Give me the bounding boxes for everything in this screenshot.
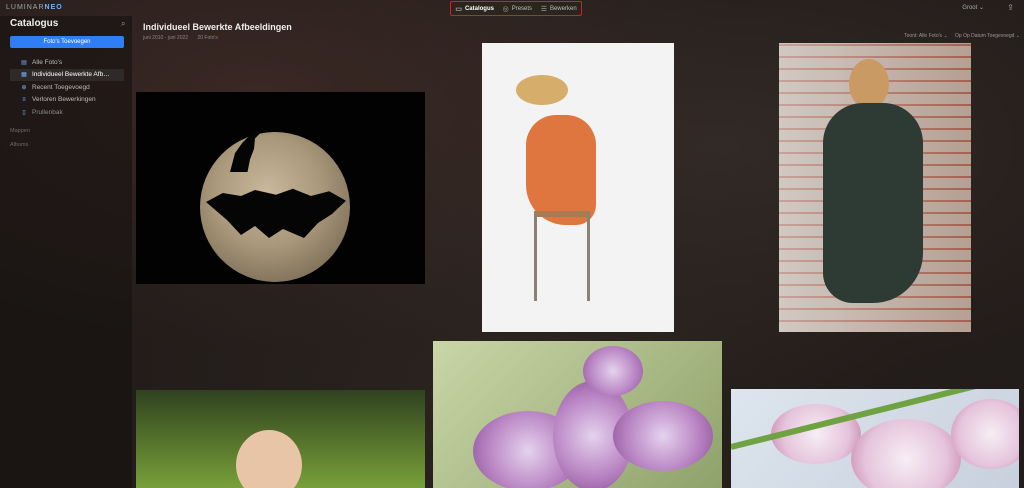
- dress-shape: [526, 115, 596, 225]
- sidebar-item-recently-added[interactable]: ⊕ Recent Toegevoegd: [10, 81, 124, 94]
- sidebar-item-individually-edited[interactable]: ▦ Individueel Bewerkte Afb…: [10, 68, 124, 81]
- sliders-icon: ≡: [22, 96, 26, 103]
- date-range: juni 2010 - juni 2022: [143, 35, 189, 41]
- section-folders[interactable]: Mappen: [10, 128, 30, 134]
- sort-dropdown[interactable]: Op Op Datum Toegevoegd ⌄: [955, 33, 1020, 39]
- sliders-icon: ☰: [540, 5, 547, 13]
- gallery-meta: juni 2010 - juni 2022 20 Foto's: [143, 35, 218, 41]
- photo-thumbnail[interactable]: [433, 341, 722, 488]
- show-filter-dropdown[interactable]: Toont: Alle Foto's ⌄: [904, 33, 948, 39]
- sidebar-item-label: Alle Foto's: [32, 58, 63, 66]
- sidebar: Catalogus ⌕ Foto's Toevoegen ▤ Alle Foto…: [0, 16, 132, 488]
- page-title: Individueel Bewerkte Afbeeldingen: [143, 22, 292, 32]
- photo-thumbnail[interactable]: [779, 43, 971, 332]
- baby-shape: [236, 430, 302, 488]
- add-photos-button[interactable]: Foto's Toevoegen: [10, 36, 124, 48]
- photo-count: 20 Foto's: [197, 35, 218, 41]
- presets-icon: ◎: [502, 5, 509, 13]
- logo-accent: NEO: [44, 4, 63, 11]
- app-logo: LUMINARNEO: [6, 4, 63, 11]
- sidebar-title: Catalogus: [10, 18, 59, 29]
- mode-switcher: ▭ Catalogus ◎ Presets ☰ Bewerken: [450, 1, 582, 16]
- mode-catalogus[interactable]: ▭ Catalogus: [452, 4, 497, 14]
- mode-presets[interactable]: ◎ Presets: [500, 4, 535, 14]
- sidebar-item-label: Recent Toegevoegd: [32, 83, 90, 91]
- sidebar-item-trash[interactable]: ▯ Prullenbak: [10, 106, 124, 119]
- photo-thumbnail[interactable]: [731, 389, 1019, 488]
- search-icon[interactable]: ⌕: [121, 19, 125, 29]
- calendar-icon: ▤: [21, 59, 27, 66]
- mode-label: Presets: [511, 5, 533, 12]
- gallery-filters: Toont: Alle Foto's ⌄ Op Op Datum Toegevo…: [904, 33, 1020, 39]
- share-icon[interactable]: ⇪: [1007, 3, 1014, 12]
- petal-shape: [583, 346, 643, 396]
- petal-shape: [613, 401, 713, 471]
- top-bar: LUMINARNEO ▭ Catalogus ◎ Presets ☰ Bewer…: [0, 0, 1024, 16]
- mode-label: Bewerken: [549, 5, 577, 12]
- petal-shape: [851, 419, 961, 488]
- grid-icon: ▦: [21, 72, 27, 79]
- thumbnail-size-dropdown[interactable]: Groot ⌄: [962, 4, 984, 11]
- sidebar-item-label: Verloren Bewerkingen: [32, 96, 96, 104]
- sidebar-nav: ▤ Alle Foto's ▦ Individueel Bewerkte Afb…: [10, 56, 124, 119]
- section-albums[interactable]: Albums: [10, 142, 28, 148]
- folder-icon: ▭: [455, 5, 462, 13]
- trash-icon: ▯: [22, 109, 26, 116]
- stool-shape: [534, 211, 590, 301]
- hat-shape: [516, 75, 568, 105]
- dress-shape: [823, 103, 923, 303]
- sidebar-item-label: Individueel Bewerkte Afb…: [32, 71, 110, 79]
- head-shape: [849, 59, 889, 109]
- sidebar-item-lost-edits[interactable]: ≡ Verloren Bewerkingen: [10, 94, 124, 107]
- photo-thumbnail[interactable]: [482, 43, 674, 332]
- plus-circle-icon: ⊕: [21, 84, 27, 91]
- petal-shape: [951, 399, 1019, 469]
- mode-label: Catalogus: [464, 5, 494, 12]
- photo-thumbnail[interactable]: [136, 92, 425, 284]
- sidebar-item-label: Prullenbak: [32, 108, 63, 116]
- mode-bewerken[interactable]: ☰ Bewerken: [538, 4, 580, 14]
- sidebar-item-all-photos[interactable]: ▤ Alle Foto's: [10, 56, 124, 69]
- photo-thumbnail[interactable]: [136, 390, 425, 488]
- logo-text: LUMINAR: [6, 4, 45, 11]
